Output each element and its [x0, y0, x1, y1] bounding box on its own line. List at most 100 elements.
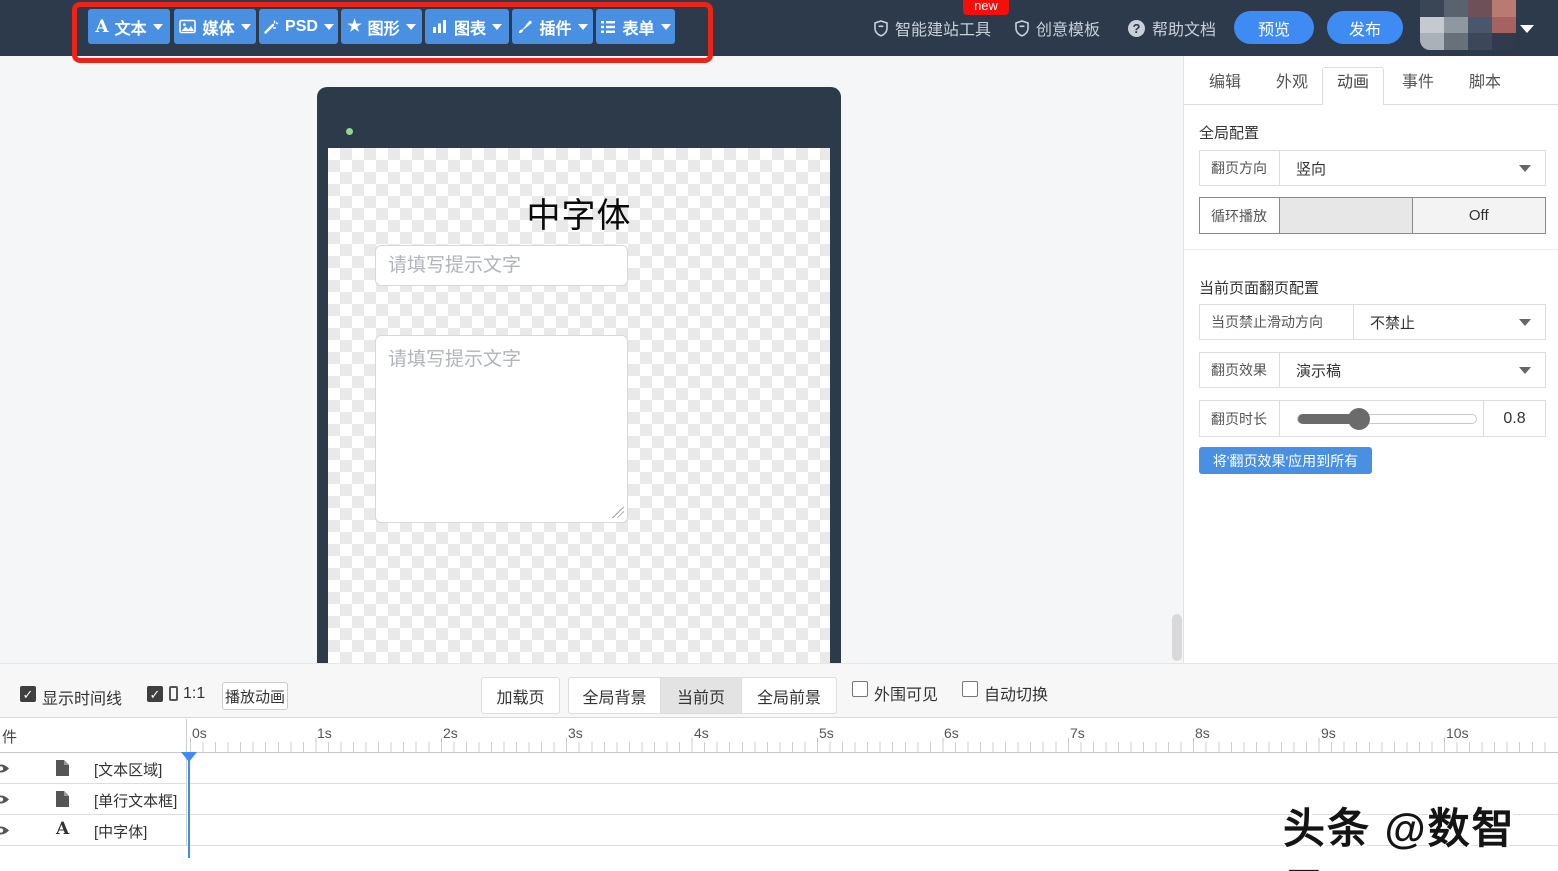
global-config-heading: 全局配置 [1199, 122, 1259, 143]
page-direction-value: 竖向 [1296, 158, 1326, 179]
loop-play-toggle[interactable]: Off [1280, 198, 1545, 233]
section-divider [1184, 249, 1558, 250]
toggle-state[interactable]: Off [1413, 198, 1546, 233]
nav-link-site-builder[interactable]: 智能建站工具 [874, 14, 991, 42]
tab-appearance[interactable]: 外观 [1264, 68, 1320, 105]
letter-a-icon: A [56, 819, 69, 839]
toolbar-form-button[interactable]: 表单 [596, 9, 675, 44]
page-direction-label: 翻页方向 [1200, 151, 1280, 185]
toolbar-media-button[interactable]: 媒体 [174, 9, 256, 44]
page-tab-global-background[interactable]: 全局背景 [568, 677, 661, 714]
nav-link-templates[interactable]: 创意模板 [1015, 14, 1100, 42]
toolbar-shape-button[interactable]: ★ 图形 [341, 9, 422, 44]
bottom-toolbar: ✓ 显示时间线 ✓ 1:1 播放动画 加载页 全局背景 当前页 全局前景 外围可… [0, 663, 1558, 718]
phone-ratio-icon [169, 686, 178, 701]
eye-icon[interactable] [0, 762, 10, 775]
auto-switch-label: 自动切换 [984, 681, 1048, 705]
nav-link-label: 创意模板 [1036, 16, 1100, 40]
page-flip-heading: 当前页面翻页配置 [1199, 277, 1319, 298]
playhead-line[interactable] [188, 752, 190, 858]
auto-switch-checkbox[interactable] [962, 681, 978, 697]
chevron-down-icon [578, 24, 588, 30]
slide-direction-label: 当页禁止滑动方向 [1200, 305, 1354, 339]
page-direction-select[interactable]: 竖向 [1280, 151, 1545, 185]
chevron-down-icon [1519, 165, 1531, 172]
flip-duration-row: 翻页时长 0.8 [1199, 400, 1546, 437]
single-line-textbox[interactable] [375, 245, 628, 286]
play-animation-button[interactable]: 播放动画 [222, 682, 288, 710]
row-label: [单行文本框] [94, 790, 177, 811]
toolbar-text-label: 文本 [115, 15, 147, 39]
show-timeline-label: 显示时间线 [42, 685, 122, 709]
flip-duration-label: 翻页时长 [1200, 401, 1280, 436]
flip-duration-value[interactable]: 0.8 [1483, 401, 1545, 436]
chevron-down-icon [661, 24, 671, 30]
phone-screen[interactable]: 中字体 [328, 148, 830, 663]
toolbar-plugin-label: 插件 [539, 15, 571, 39]
toolbar-form-label: 表单 [622, 15, 654, 39]
row-label: [文本区域] [94, 759, 162, 780]
toolbar-chart-label: 图表 [454, 15, 486, 39]
flip-effect-select[interactable]: 演示稿 [1280, 353, 1545, 387]
toolbar-chart-button[interactable]: 图表 [425, 9, 509, 44]
ratio-checkbox[interactable]: ✓ [147, 686, 163, 702]
chevron-down-icon [406, 24, 416, 30]
toolbar-plugin-button[interactable]: 插件 [512, 9, 593, 44]
toolbar-psd-button[interactable]: PSD [259, 9, 338, 44]
tab-events[interactable]: 事件 [1390, 68, 1446, 105]
timeline-row-text-area[interactable]: [文本区域] [0, 753, 1558, 784]
show-timeline-checkbox[interactable]: ✓ [20, 686, 36, 702]
page-icon [55, 759, 70, 777]
top-nav: A 文本 媒体 PSD ★ 图形 [0, 0, 1558, 56]
nav-link-help[interactable]: ? 帮助文档 [1128, 14, 1216, 42]
wand-icon [263, 19, 279, 35]
ruler-minor-ticks [190, 742, 1550, 752]
eye-icon[interactable] [0, 824, 10, 837]
eye-icon[interactable] [0, 793, 10, 806]
tab-animation[interactable]: 动画 [1322, 67, 1384, 105]
chevron-down-icon [1519, 367, 1531, 374]
star-icon: ★ [347, 19, 361, 35]
toolbar-text-button[interactable]: A 文本 [88, 9, 170, 44]
phone-frame: 中字体 [317, 87, 841, 663]
toggle-track[interactable] [1280, 198, 1413, 233]
load-page-button[interactable]: 加载页 [481, 677, 560, 714]
tab-script[interactable]: 脚本 [1457, 68, 1513, 105]
page-icon [55, 790, 70, 808]
row-label: [中字体] [94, 821, 147, 842]
page-tab-current-page[interactable]: 当前页 [660, 677, 742, 714]
canvas-text-element[interactable]: 中字体 [328, 188, 830, 237]
nav-link-label: 帮助文档 [1152, 16, 1216, 40]
new-badge: new [963, 0, 1009, 15]
help-icon: ? [1128, 20, 1145, 37]
nav-link-label: 智能建站工具 [895, 16, 991, 40]
flip-effect-label: 翻页效果 [1200, 353, 1280, 387]
form-icon [600, 20, 616, 34]
account-chevron-down-icon[interactable] [1520, 25, 1534, 33]
playhead-handle[interactable] [181, 752, 197, 762]
flip-duration-slider[interactable] [1280, 401, 1483, 436]
publish-button[interactable]: 发布 [1327, 11, 1403, 44]
tab-edit[interactable]: 编辑 [1197, 68, 1253, 105]
loop-play-row: 循环播放 Off [1199, 197, 1546, 234]
text-area-box[interactable] [375, 335, 628, 523]
slide-direction-select[interactable]: 不禁止 [1354, 305, 1545, 339]
outer-visible-checkbox[interactable] [852, 681, 868, 697]
canvas-scrollbar[interactable] [1172, 614, 1182, 661]
media-icon [179, 19, 196, 34]
avatar[interactable] [1420, 0, 1516, 50]
preview-button[interactable]: 预览 [1234, 11, 1314, 44]
ratio-label: 1:1 [183, 685, 205, 703]
flip-effect-value: 演示稿 [1296, 360, 1341, 381]
page-tab-global-foreground[interactable]: 全局前景 [741, 677, 837, 714]
shield-icon [874, 20, 888, 37]
slider-handle[interactable] [1348, 408, 1370, 430]
slide-direction-value: 不禁止 [1370, 312, 1415, 333]
bar-chart-icon [432, 19, 448, 34]
chevron-down-icon [324, 24, 334, 30]
loop-play-label: 循环播放 [1200, 198, 1280, 233]
chevron-down-icon [153, 24, 163, 30]
chevron-down-icon [1519, 319, 1531, 326]
apply-effect-to-all-button[interactable]: 将'翻页效果'应用到所有 [1199, 447, 1372, 474]
slider-track[interactable] [1297, 414, 1477, 424]
